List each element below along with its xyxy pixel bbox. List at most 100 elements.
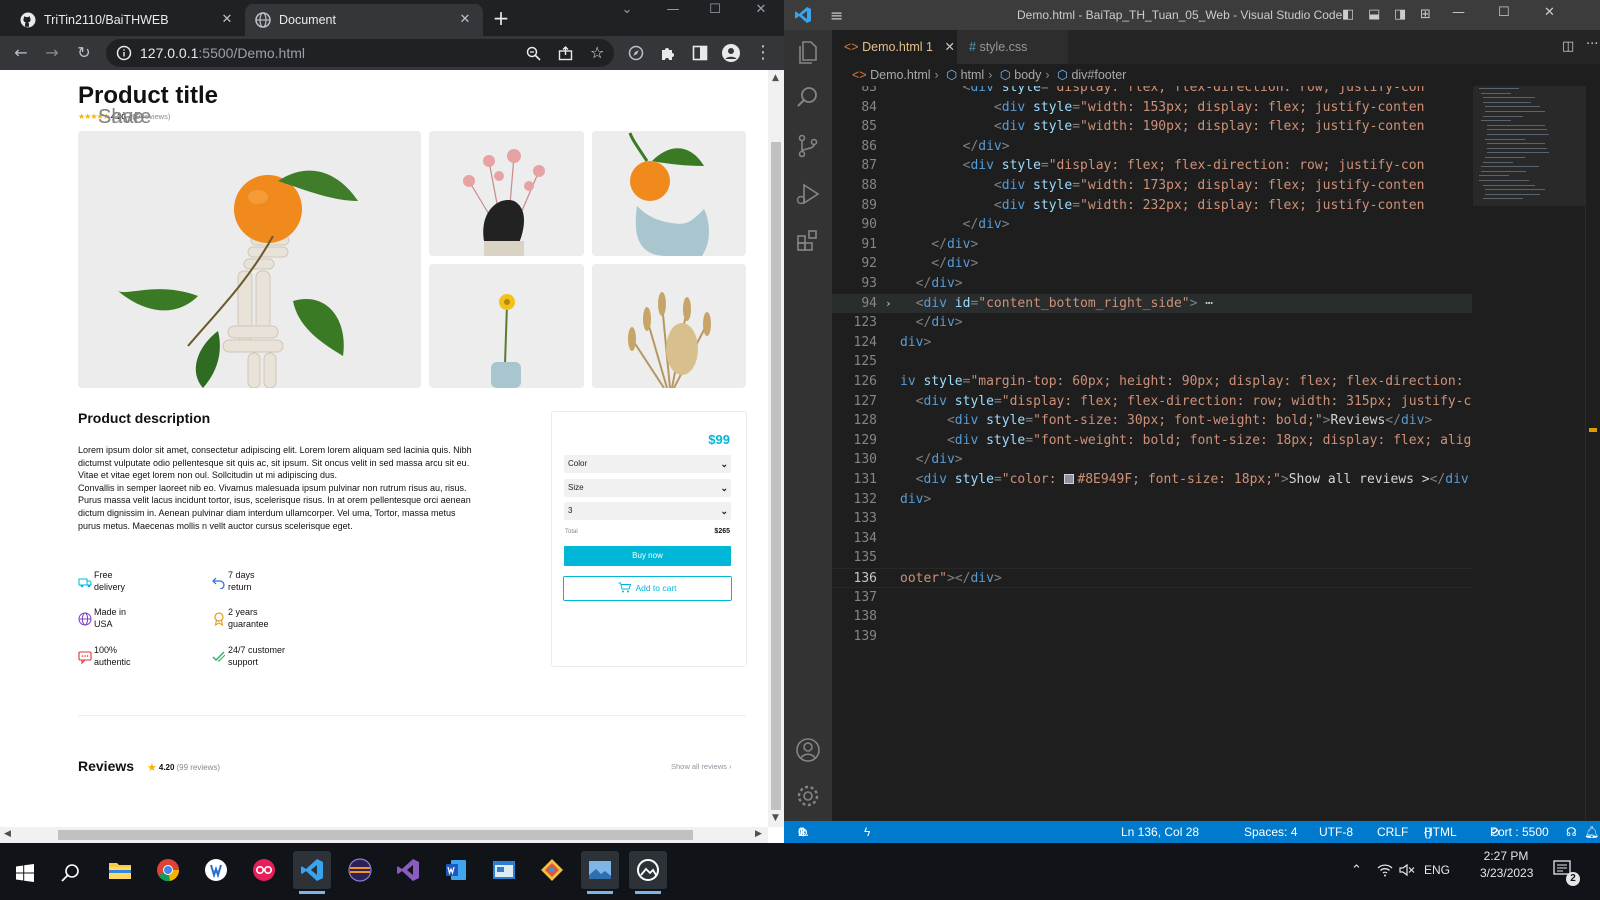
code-line[interactable]: 89 <div style="width: 232px; display: fl… [832, 196, 1472, 216]
line-number[interactable]: 84 [832, 98, 877, 118]
minimap[interactable] [1473, 86, 1585, 821]
line-number[interactable]: 135 [832, 548, 877, 568]
line-number[interactable]: 87 [832, 156, 877, 176]
scroll-thumb[interactable] [771, 142, 781, 810]
line-number[interactable]: 130 [832, 450, 877, 470]
code-line[interactable]: 88 <div style="width: 173px; display: fl… [832, 176, 1472, 196]
scroll-left-arrow-icon[interactable]: ◀ [4, 829, 11, 839]
cursor-position[interactable]: Ln 136, Col 28 [1121, 821, 1199, 843]
zoom-icon[interactable] [526, 46, 541, 61]
vertical-scrollbar[interactable]: ▲ ▼ [768, 70, 784, 827]
code-line[interactable]: 132 div> [832, 490, 1472, 510]
line-number[interactable]: 128 [832, 411, 877, 431]
code-line[interactable]: 125 [832, 352, 1472, 372]
code-line[interactable]: 92 </div> [832, 254, 1472, 274]
scroll-down-arrow-icon[interactable]: ▼ [772, 813, 779, 823]
search-icon[interactable] [61, 863, 81, 883]
code-line[interactable]: 91 </div> [832, 235, 1472, 255]
scroll-right-arrow-icon[interactable]: ▶ [755, 829, 762, 839]
code-line[interactable]: 133 [832, 509, 1472, 529]
visual-studio-icon[interactable] [389, 851, 427, 889]
indentation[interactable]: Spaces: 4 [1244, 821, 1297, 843]
hamburger-menu-icon[interactable]: ≡ [830, 6, 843, 25]
close-icon[interactable]: ✕ [457, 12, 473, 28]
tab-document[interactable]: Document ✕ [245, 4, 483, 36]
line-number[interactable]: 126 [832, 372, 877, 392]
line-number[interactable]: 136 [832, 569, 877, 589]
line-number[interactable]: 89 [832, 196, 877, 216]
code-line[interactable]: 123 </div> [832, 313, 1472, 333]
code-line[interactable]: 138 [832, 607, 1472, 627]
line-number[interactable]: 94 [832, 294, 877, 314]
toggle-secondary-sidebar-icon[interactable]: ◨ [1394, 7, 1406, 22]
share-icon[interactable] [558, 46, 573, 61]
word-icon[interactable] [437, 851, 475, 889]
tab-style-css[interactable]: # style.css [957, 30, 1068, 64]
size-select[interactable]: Size ⌄ [564, 479, 731, 497]
close-window-button[interactable]: ✕ [738, 0, 784, 32]
bookmark-star-icon[interactable]: ☆ [590, 43, 604, 62]
forward-arrow-icon[interactable]: → [40, 41, 64, 65]
maximize-button[interactable]: ☐ [692, 0, 738, 32]
editor-scrollbar[interactable] [1585, 86, 1599, 821]
code-line[interactable]: 134 [832, 529, 1472, 549]
windows-start-icon[interactable] [16, 864, 34, 882]
app-window-icon[interactable] [485, 851, 523, 889]
quantity-select[interactable]: 3 ⌄ [564, 502, 731, 520]
code-line[interactable]: 128 <div style="font-size: 30px; font-we… [832, 411, 1472, 431]
line-number[interactable]: 137 [832, 588, 877, 608]
close-icon[interactable]: ✕ [944, 40, 954, 54]
line-number[interactable]: 127 [832, 392, 877, 412]
code-line[interactable]: 126 iv style="margin-top: 60px; height: 9… [832, 372, 1472, 392]
photos-icon[interactable] [581, 851, 619, 894]
reload-icon[interactable]: ↻ [72, 41, 96, 65]
notifications-bell-icon[interactable]: 🔔︎ [1584, 821, 1599, 843]
minimize-button[interactable]: — [1452, 5, 1465, 20]
more-actions-icon[interactable]: ··· [1586, 37, 1598, 52]
main-product-image[interactable] [78, 131, 421, 388]
line-number[interactable]: 83 [832, 86, 877, 98]
code-line[interactable]: 84 <div style="width: 153px; display: fl… [832, 98, 1472, 118]
clock[interactable]: 2:27 PM 3/23/2023 [1480, 849, 1533, 880]
extensions-icon[interactable] [794, 226, 822, 254]
code-line[interactable]: 93 </div> [832, 274, 1472, 294]
flickr-icon[interactable] [245, 851, 283, 889]
breadcrumb-item[interactable]: div#footer [1071, 68, 1126, 82]
line-number[interactable]: 91 [832, 235, 877, 255]
code-line[interactable]: 94 › <div id="content_bottom_right_side">… [832, 293, 1472, 314]
show-all-reviews-link[interactable]: Show all reviews › [671, 762, 731, 771]
breadcrumb-item[interactable]: Demo.html [870, 68, 930, 82]
fold-chevron-icon[interactable]: › [885, 294, 892, 314]
file-explorer-icon[interactable] [101, 851, 139, 889]
explorer-files-icon[interactable] [794, 38, 822, 66]
maximize-button[interactable]: ☐ [1498, 5, 1510, 20]
code-line[interactable]: 131 <div style="color: #8E949F; font-siz… [832, 470, 1472, 490]
line-number[interactable]: 139 [832, 627, 877, 647]
accounts-icon[interactable] [794, 736, 822, 764]
add-to-cart-button[interactable]: Add to cart [563, 576, 732, 601]
code-line[interactable]: 139 [832, 627, 1472, 647]
line-number[interactable]: 85 [832, 117, 877, 137]
app-icon[interactable] [197, 851, 235, 889]
tab-github[interactable]: TriTin2110/BaiTHWEB ✕ [0, 4, 245, 36]
menu-kebab-icon[interactable]: ⋮ [751, 41, 775, 65]
language-indicator[interactable]: ENG [1424, 863, 1450, 877]
code-line[interactable]: 130 </div> [832, 450, 1472, 470]
gallery-image-1[interactable] [429, 131, 584, 256]
line-number[interactable]: 129 [832, 431, 877, 451]
toggle-panel-icon[interactable]: ⬓ [1368, 7, 1380, 22]
tab-search-icon[interactable]: ⌄ [604, 0, 650, 32]
close-icon[interactable]: ✕ [219, 12, 235, 28]
eclipse-icon[interactable] [341, 851, 379, 889]
git-icon[interactable] [533, 851, 571, 889]
settings-gear-icon[interactable] [794, 782, 822, 810]
split-editor-icon[interactable]: ◫ [1562, 39, 1574, 54]
code-line[interactable]: 136 ooter"></div> [832, 568, 1472, 588]
line-number[interactable]: 90 [832, 215, 877, 235]
code-line[interactable]: 124 div> [832, 333, 1472, 353]
buy-now-button[interactable]: Buy now [564, 546, 731, 566]
line-number[interactable]: 86 [832, 137, 877, 157]
code-line[interactable]: 83 <div style="display: flex; flex-direc… [832, 86, 1472, 98]
line-number[interactable]: 93 [832, 274, 877, 294]
line-number[interactable]: 123 [832, 313, 877, 333]
